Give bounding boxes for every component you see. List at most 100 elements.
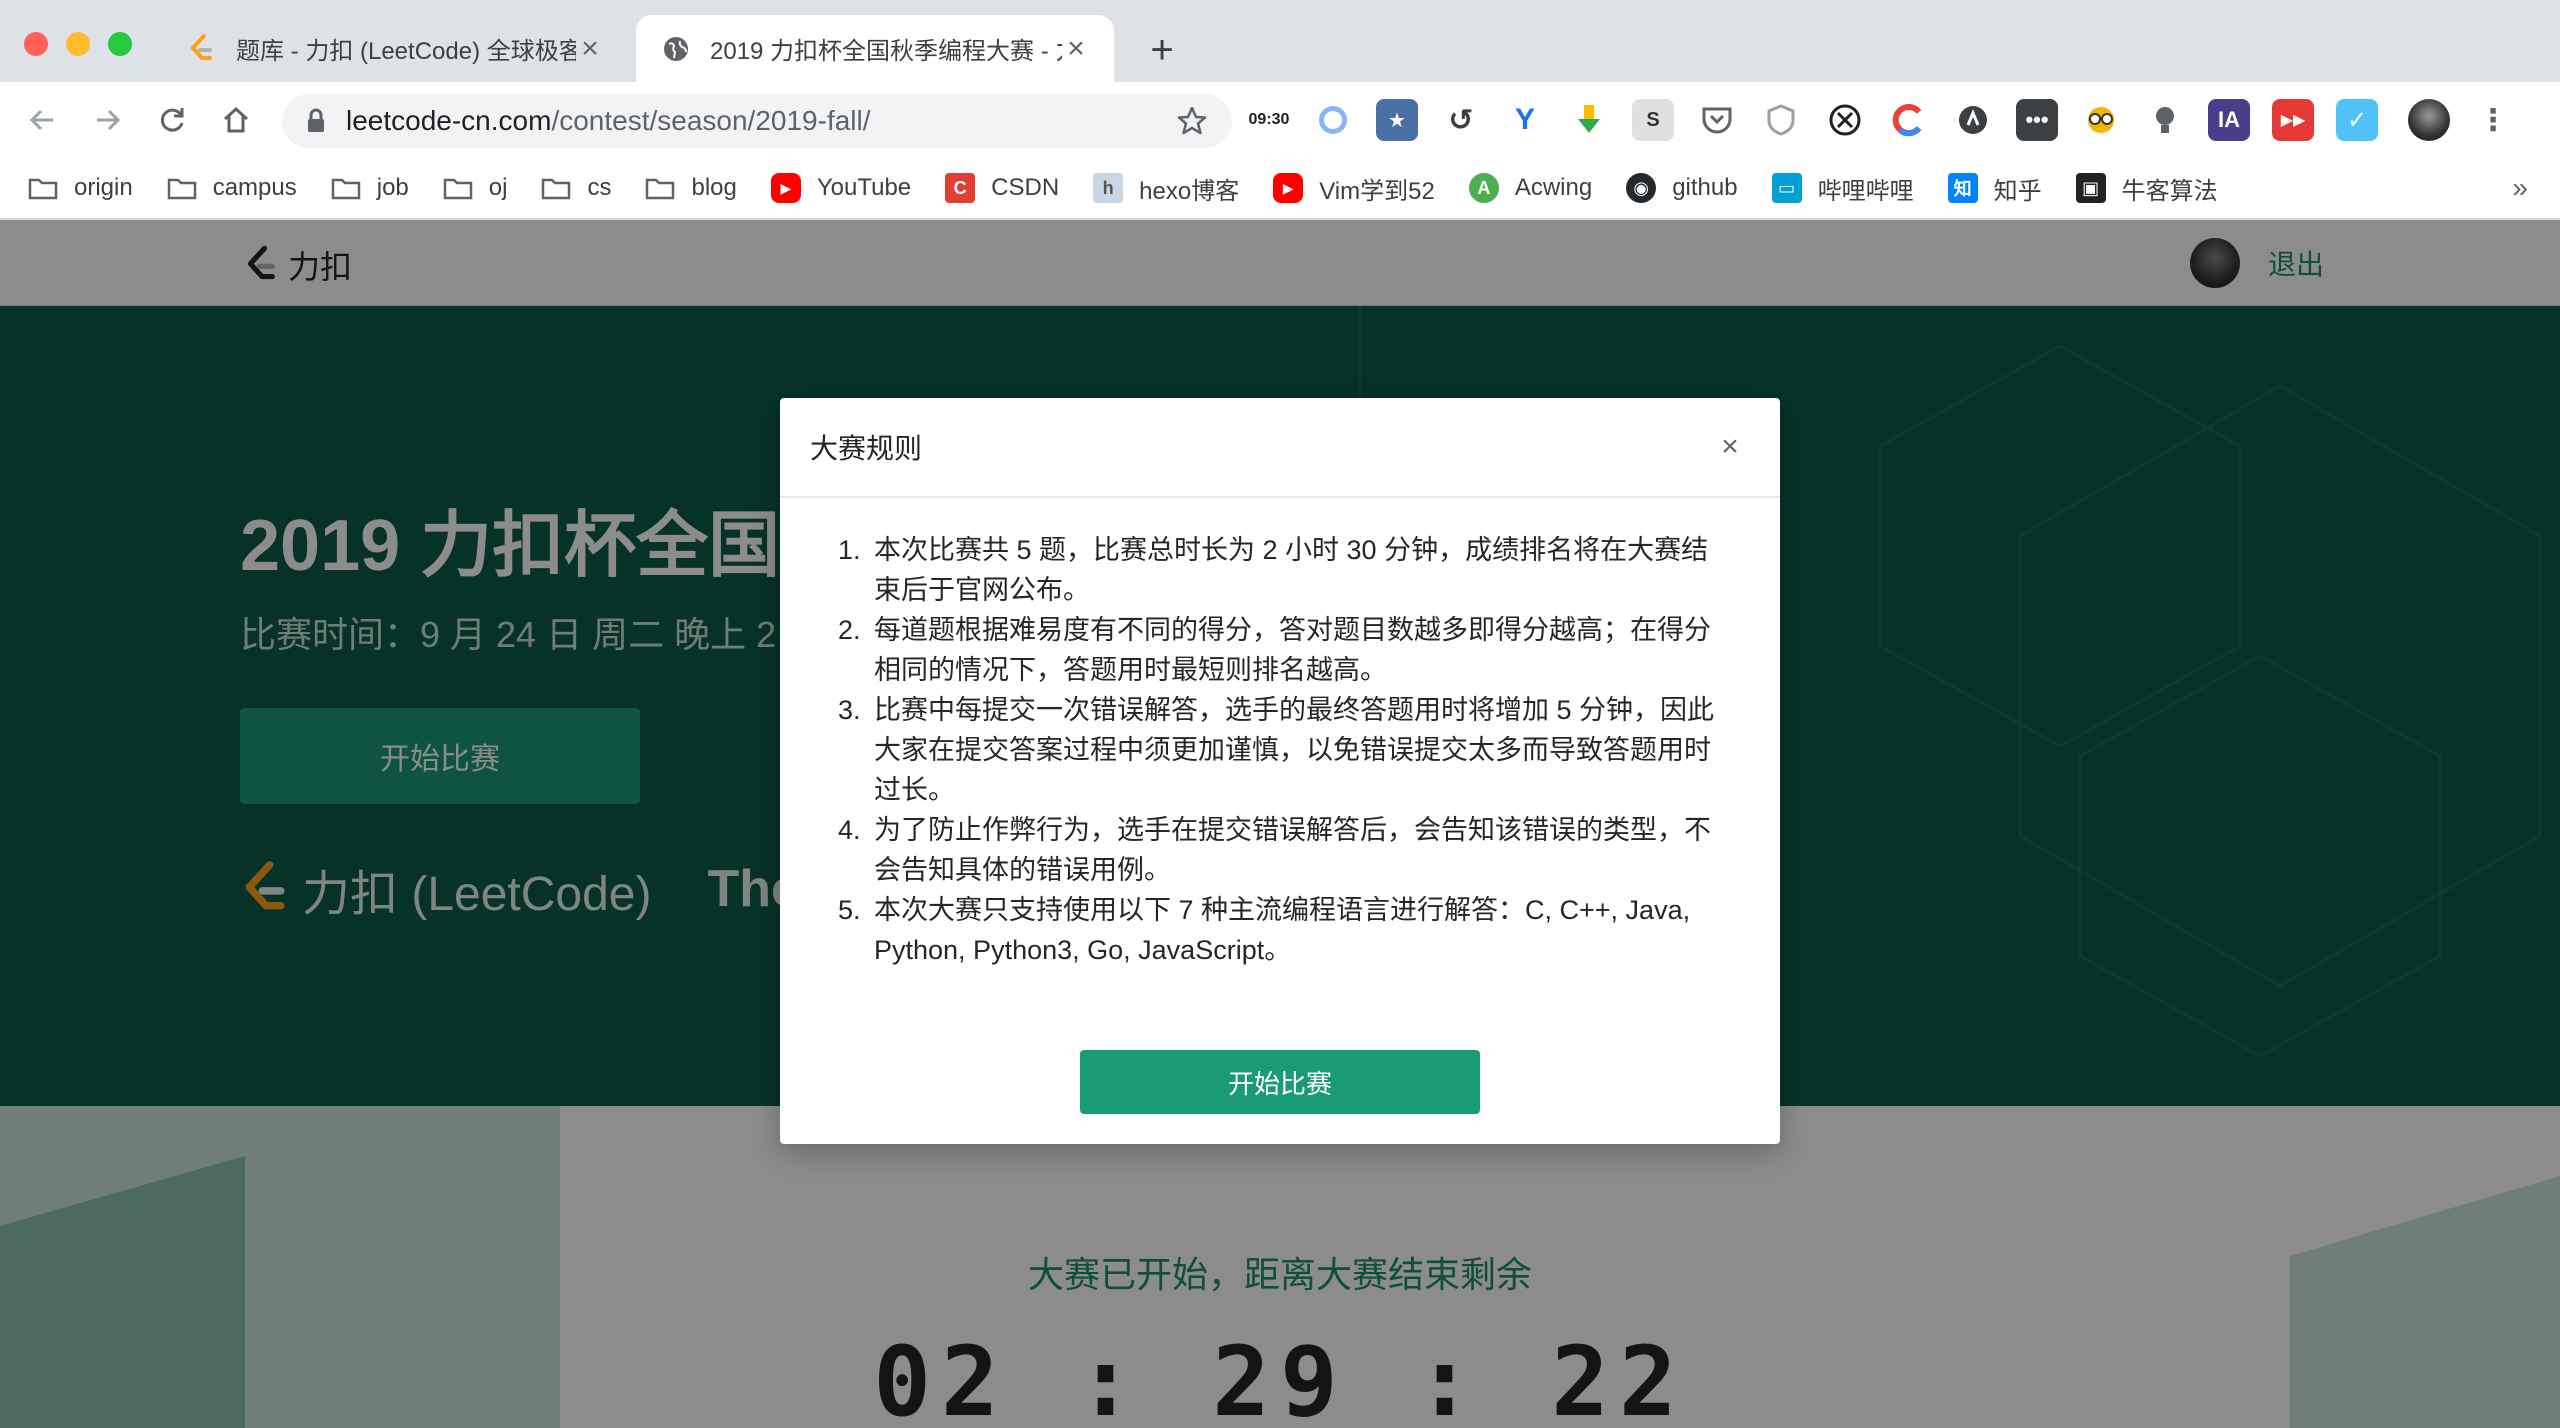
modal-header: 大赛规则 ×: [780, 398, 1780, 498]
tab-close-icon[interactable]: ×: [576, 32, 604, 66]
acwing-icon: A: [1468, 173, 1499, 203]
bookmark-label: 哔哩哔哩: [1817, 177, 1914, 205]
ia-extension-icon[interactable]: IA: [2208, 99, 2250, 141]
modal-body: 本次比赛共 5 题，比赛总时长为 2 小时 30 分钟，成绩排名将在大赛结束后于…: [780, 498, 1780, 970]
bookmark-star-icon[interactable]: [1176, 105, 1208, 137]
bookmark-csdn[interactable]: C CSDN: [945, 173, 1059, 203]
url-path: /contest/season/2019-fall/: [551, 105, 871, 136]
y-extension-icon[interactable]: Y: [1504, 99, 1546, 141]
folder-icon: [541, 173, 571, 203]
rules-modal: 大赛规则 × 本次比赛共 5 题，比赛总时长为 2 小时 30 分钟，成绩排名将…: [780, 398, 1780, 1144]
bookmark-label: 知乎: [1993, 177, 2042, 205]
url-host: leetcode-cn.com: [346, 105, 552, 136]
home-icon: [223, 106, 249, 133]
new-tab-button[interactable]: +: [1142, 22, 1182, 78]
bookmark-label: oj: [488, 174, 508, 201]
bookmark-vim[interactable]: ▶ Vim学到52: [1273, 171, 1435, 206]
bulb-extension-icon[interactable]: [2144, 99, 2186, 141]
address-bar[interactable]: leetcode-cn.com/contest/season/2019-fall…: [282, 94, 1232, 148]
bookmark-label: cs: [587, 174, 612, 201]
leetcode-icon: [186, 33, 218, 65]
bookmark-github[interactable]: ◉ github: [1626, 173, 1738, 203]
circle-extension-icon[interactable]: [1312, 99, 1354, 141]
tab-contest[interactable]: 2019 力扣杯全国秋季编程大赛 - 力扣 ×: [636, 15, 1114, 82]
bilibili-icon: ▭: [1771, 173, 1802, 203]
page-content: 力扣 退出 2019 力扣杯全国 比赛时间：9 月 24 日 周二 晚上 2 开…: [0, 220, 2560, 1428]
bookmark-cs[interactable]: cs: [541, 173, 611, 203]
shield-extension-icon[interactable]: [1760, 99, 1802, 141]
folder-icon: [28, 173, 58, 203]
bookmark-youtube[interactable]: ▶ YouTube: [770, 173, 912, 203]
tab-title: 2019 力扣杯全国秋季编程大赛 - 力扣: [710, 38, 1062, 65]
lock-icon: [308, 108, 324, 132]
rule-item: 本次大赛只支持使用以下 7 种主流编程语言进行解答：C, C++, Java, …: [868, 890, 1730, 970]
bookmarks-overflow-button[interactable]: »: [2512, 172, 2528, 204]
bookmark-label: github: [1672, 174, 1738, 201]
clock-extension-icon[interactable]: 09:30: [1248, 99, 1290, 141]
bookmark-job[interactable]: job: [331, 173, 409, 203]
star-extension-icon[interactable]: ★: [1376, 99, 1418, 141]
bookmark-oj[interactable]: oj: [443, 173, 508, 203]
bookmark-label: blog: [691, 174, 737, 201]
minimize-window-button[interactable]: [66, 32, 90, 56]
bookmark-blog[interactable]: blog: [645, 173, 737, 203]
bookmark-label: YouTube: [816, 174, 912, 201]
bookmarks-bar: origin campus job oj cs blog ▶ YouTube CC…: [0, 158, 2560, 220]
github-icon: ◉: [1626, 173, 1657, 203]
rule-item: 本次比赛共 5 题，比赛总时长为 2 小时 30 分钟，成绩排名将在大赛结束后于…: [868, 530, 1730, 610]
browser-tab-bar: 题库 - 力扣 (LeetCode) 全球极客挚爱的技术成长平台 × 2019 …: [0, 0, 2560, 82]
tab-leetcode-problems[interactable]: 题库 - 力扣 (LeetCode) 全球极客挚爱的技术成长平台 ×: [162, 15, 628, 82]
bookmark-hexo[interactable]: h hexo博客: [1093, 171, 1239, 206]
grid-extension-icon[interactable]: [1824, 99, 1866, 141]
bookmark-label: Vim学到52: [1319, 177, 1435, 205]
glasses-extension-icon[interactable]: [2080, 99, 2122, 141]
bookmark-campus[interactable]: campus: [167, 173, 297, 203]
more-menu-icon[interactable]: ⋮: [2472, 99, 2514, 141]
swirl-extension-icon[interactable]: ↺: [1440, 99, 1482, 141]
hexo-icon: h: [1093, 173, 1124, 203]
extension-clock-text: 09:30: [1248, 111, 1290, 128]
bookmark-label: Acwing: [1514, 174, 1593, 201]
check-extension-icon[interactable]: ✓: [2336, 99, 2378, 141]
s-extension-icon[interactable]: S: [1632, 99, 1674, 141]
c-extension-icon[interactable]: [1888, 99, 1930, 141]
forward-button[interactable]: [86, 98, 130, 142]
reload-button[interactable]: [150, 98, 194, 142]
pocket-extension-icon[interactable]: [1696, 99, 1738, 141]
youtube-icon: ▶: [770, 173, 801, 203]
close-window-button[interactable]: [24, 32, 48, 56]
rule-item: 为了防止作弊行为，选手在提交错误解答后，会告知该错误的类型，不会告知具体的错误用…: [868, 810, 1730, 890]
youtube-icon: ▶: [1273, 173, 1304, 203]
arrow-left-icon: [29, 109, 53, 131]
rule-item: 比赛中每提交一次错误解答，选手的最终答题用时将增加 5 分钟，因此大家在提交答案…: [868, 690, 1730, 810]
video-extension-icon[interactable]: ▶▶: [2272, 99, 2314, 141]
arrow-right-icon: [97, 109, 121, 131]
close-icon[interactable]: ×: [1710, 427, 1750, 467]
dots-extension-icon[interactable]: •••: [2016, 99, 2058, 141]
bookmark-origin[interactable]: origin: [28, 173, 133, 203]
folder-icon: [443, 173, 473, 203]
folder-icon: [645, 173, 675, 203]
zoom-window-button[interactable]: [108, 32, 132, 56]
home-button[interactable]: [214, 98, 258, 142]
folder-icon: [167, 173, 197, 203]
bookmark-zhihu[interactable]: 知知乎: [1947, 171, 2042, 206]
bookmark-label: CSDN: [991, 174, 1060, 201]
dark-circle-extension-icon[interactable]: [1952, 99, 1994, 141]
csdn-icon: C: [945, 173, 976, 203]
zhihu-icon: 知: [1947, 173, 1978, 203]
bookmark-label: 牛客算法: [2121, 177, 2218, 205]
profile-avatar-icon[interactable]: [2408, 99, 2450, 141]
rule-item: 每道题根据难易度有不同的得分，答对题目数越多即得分越高；在得分相同的情况下，答题…: [868, 610, 1730, 690]
bookmark-label: job: [376, 174, 409, 201]
bookmark-bilibili[interactable]: ▭ 哔哩哔哩: [1771, 171, 1914, 206]
bookmark-label: origin: [74, 174, 133, 201]
bookmark-nowcoder[interactable]: ▣ 牛客算法: [2075, 171, 2218, 206]
download-extension-icon[interactable]: [1568, 99, 1610, 141]
modal-title: 大赛规则: [810, 433, 923, 464]
start-contest-button[interactable]: 开始比赛: [1080, 1050, 1480, 1114]
back-button[interactable]: [20, 98, 64, 142]
bookmark-acwing[interactable]: A Acwing: [1468, 173, 1593, 203]
nowcoder-icon: ▣: [2075, 173, 2106, 203]
tab-close-icon[interactable]: ×: [1062, 32, 1090, 66]
